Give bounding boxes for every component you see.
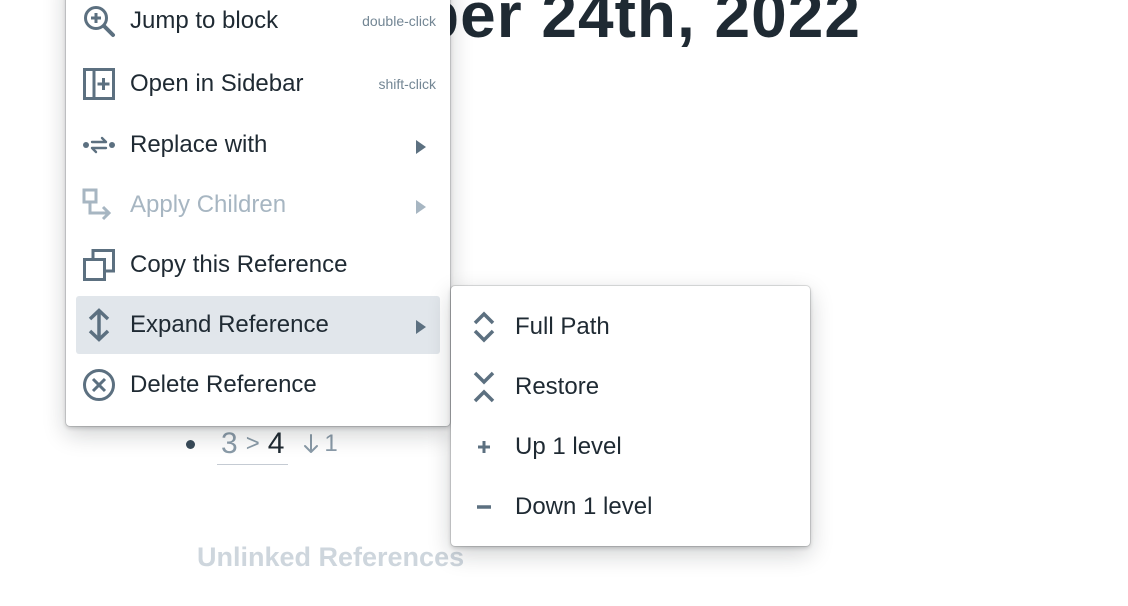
menu-item-label: Full Path xyxy=(515,313,610,340)
submenu-item-up-1-level[interactable]: Up 1 level xyxy=(461,418,800,476)
menu-item-apply-children: Apply Children xyxy=(76,176,440,234)
menu-item-label: Open in Sidebar xyxy=(130,70,304,97)
delete-circle-icon xyxy=(82,368,116,402)
caret-right-icon xyxy=(416,320,426,334)
caret-right-icon xyxy=(416,140,426,154)
submenu-item-full-path[interactable]: Full Path xyxy=(461,298,800,356)
expand-reference-submenu: Full Path Restore Up 1 level Down 1 leve… xyxy=(451,286,810,546)
shortcut-hint: double-click xyxy=(362,13,436,29)
breadcrumb-separator: > xyxy=(245,429,260,457)
menu-item-label: Delete Reference xyxy=(130,371,317,398)
menu-item-label: Restore xyxy=(515,373,600,400)
zoom-in-icon xyxy=(82,4,116,38)
reference-breadcrumb[interactable]: 3 > 4 xyxy=(217,424,289,465)
submenu-item-restore[interactable]: Restore xyxy=(461,358,800,416)
menu-item-copy-reference[interactable]: Copy this Reference xyxy=(76,236,440,294)
plus-icon xyxy=(467,430,501,464)
menu-item-label: Jump to block xyxy=(130,7,279,34)
reference-count[interactable]: 1 xyxy=(302,430,338,458)
menu-item-delete-reference[interactable]: Delete Reference xyxy=(76,356,440,414)
unlinked-references-heading[interactable]: Unlinked References xyxy=(197,542,464,573)
collapse-chevrons-icon xyxy=(467,370,501,404)
block-context-menu: Jump to block double-click Open in Sideb… xyxy=(66,0,450,426)
submenu-item-down-1-level[interactable]: Down 1 level xyxy=(461,478,800,536)
duplicate-icon xyxy=(82,248,116,282)
page-title: ber 24th, 2022 xyxy=(420,0,861,51)
menu-item-replace-with[interactable]: Replace with xyxy=(76,116,440,174)
arrow-down-icon xyxy=(302,433,320,455)
menu-item-open-in-sidebar[interactable]: Open in Sidebar shift-click xyxy=(76,55,440,113)
apply-children-icon xyxy=(82,188,116,222)
menu-item-expand-reference[interactable]: Expand Reference xyxy=(76,296,440,354)
expand-vertical-icon xyxy=(82,308,116,342)
breadcrumb-parent[interactable]: 3 xyxy=(221,427,238,461)
expand-chevrons-icon xyxy=(467,310,501,344)
reference-count-value: 1 xyxy=(324,430,338,457)
sidebar-add-icon xyxy=(82,67,116,101)
caret-right-icon xyxy=(416,200,426,214)
menu-item-label: Up 1 level xyxy=(515,433,622,460)
menu-item-jump-to-block[interactable]: Jump to block double-click xyxy=(76,0,440,50)
swap-icon xyxy=(82,128,116,162)
block-bullet[interactable] xyxy=(186,439,195,449)
minus-icon xyxy=(467,490,501,524)
menu-item-label: Copy this Reference xyxy=(130,251,348,278)
shortcut-hint: shift-click xyxy=(378,76,436,92)
menu-item-label: Replace with xyxy=(130,131,268,158)
breadcrumb-current[interactable]: 4 xyxy=(268,427,285,461)
menu-item-label: Down 1 level xyxy=(515,493,653,520)
menu-item-label: Expand Reference xyxy=(130,311,329,338)
block-reference-row: 3 > 4 1 xyxy=(186,424,338,465)
menu-item-label: Apply Children xyxy=(130,191,287,218)
